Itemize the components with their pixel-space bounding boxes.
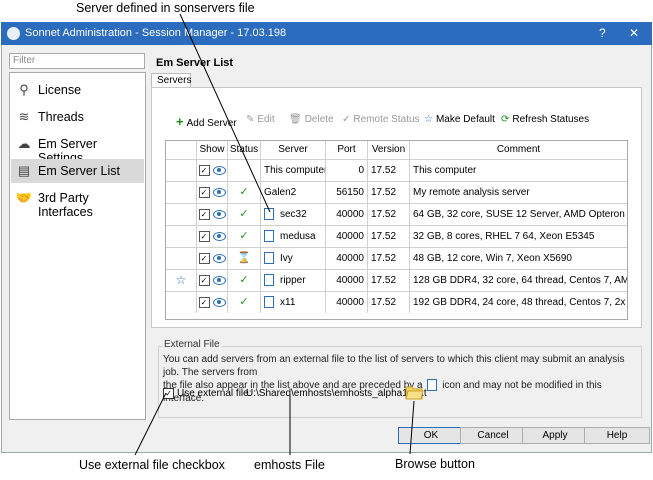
callout-line-server [179,13,271,213]
callout-line-browse [409,400,415,455]
callout-lines [134,13,415,456]
callout-line-checkbox [134,392,167,456]
